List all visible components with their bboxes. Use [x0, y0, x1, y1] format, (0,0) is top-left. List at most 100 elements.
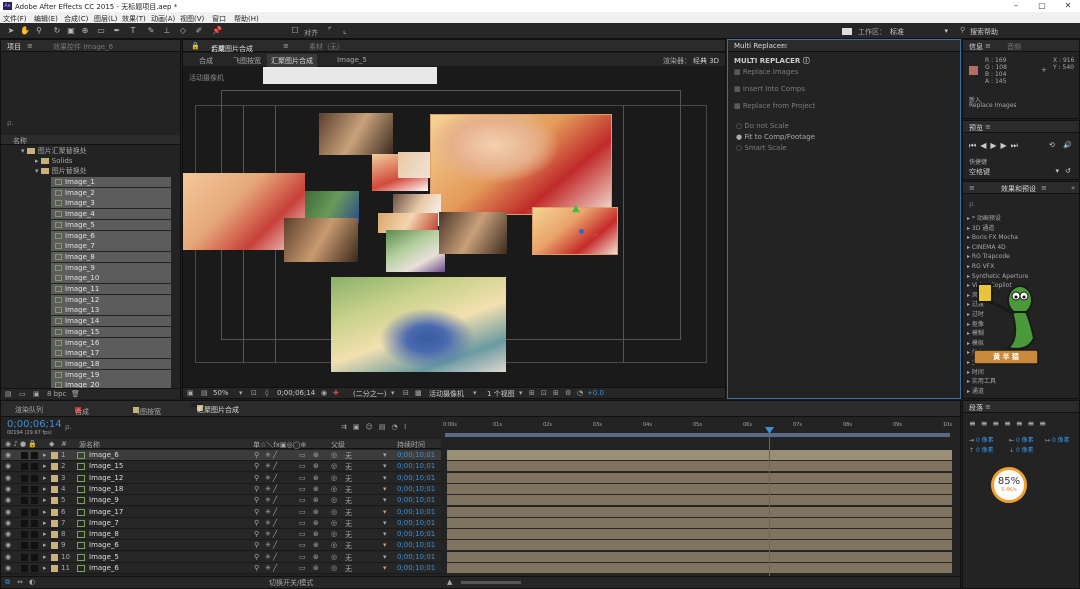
project-item-image[interactable]: Image_17 [51, 348, 171, 359]
close-icon[interactable]: ✕ [1056, 0, 1080, 12]
eye-icon[interactable]: ◉ [5, 530, 11, 538]
layer-row[interactable]: ◉ ▸ 4 Image_18 ⚲ ✳ ╱ ▭ ⊛ ◎ 无 ▾ 0;00;10;01 [1, 483, 441, 495]
layer-duration[interactable]: 0;00;10;01 [397, 474, 435, 482]
snap-edges-icon[interactable]: ⌜ [325, 26, 335, 36]
chevron-down-icon[interactable]: ▾ [383, 530, 387, 538]
layer-name[interactable]: Image_15 [89, 462, 123, 470]
camera-tool-icon[interactable]: ▣ [66, 26, 76, 36]
motion-blur-switch-icon[interactable]: ▭ [299, 451, 306, 459]
option-fit-to-comp[interactable]: ● Fit to Comp/Footage [736, 133, 815, 141]
align-left-icon[interactable]: ≡ [969, 419, 981, 428]
shy-switch-icon[interactable]: ⚲ [254, 508, 259, 516]
toggle-pixel-icon[interactable]: ⊞ [529, 389, 535, 397]
label-color-swatch[interactable] [51, 497, 58, 505]
comp-flowchart-icon[interactable]: ⧉ [5, 578, 10, 587]
parent-pick-whip-icon[interactable]: ◎ [331, 451, 337, 459]
layer-duration[interactable]: 0;00;10;01 [397, 553, 435, 561]
chevron-down-icon[interactable]: ▾ [383, 485, 387, 493]
search-icon[interactable]: ⚲ [960, 26, 965, 34]
solo-toggle[interactable] [21, 463, 28, 471]
breadcrumb-converge[interactable]: 汇聚图片合成 [267, 54, 317, 68]
project-item-image[interactable]: Image_1 [51, 177, 171, 187]
timeline-search-input[interactable]: ρ. [65, 423, 72, 431]
always-preview-icon[interactable]: ▣ [187, 389, 194, 397]
solo-toggle[interactable] [21, 553, 28, 561]
option-do-not-scale[interactable]: ○ Do not Scale [736, 122, 789, 130]
flowchart-icon[interactable]: ⚙ [565, 389, 571, 397]
rectangle-tool-icon[interactable]: ▭ [96, 26, 106, 36]
project-item-image[interactable]: Image_11 [51, 284, 171, 294]
layer-name[interactable]: Image_5 [89, 553, 119, 561]
collapse-switch-icon[interactable]: ✳ [265, 474, 271, 482]
last-frame-icon[interactable]: ⏭ [1011, 141, 1022, 150]
expand-modes-icon[interactable]: ◐ [29, 578, 35, 586]
quality-switch-icon[interactable]: ╱ [273, 462, 277, 470]
3d-layer-switch-icon[interactable]: ⊛ [313, 553, 319, 561]
switches-column-header[interactable]: 单☆＼fx▣◎◯⊕ [253, 440, 306, 450]
channel-icon[interactable]: ✚ [333, 389, 339, 397]
parent-pick-whip-icon[interactable]: ◎ [331, 496, 337, 504]
effect-category[interactable]: ▸ CINEMA 4D [967, 243, 1006, 252]
clone-stamp-tool-icon[interactable]: ⊥ [162, 26, 172, 36]
eye-icon[interactable]: ◉ [5, 553, 11, 561]
snapshot-icon[interactable]: ◉ [321, 389, 327, 397]
tab-render-queue[interactable]: 渲染队列 [15, 405, 43, 415]
play-icon[interactable]: ▶ [990, 141, 1000, 150]
frame-blend-icon[interactable]: ▤ [379, 423, 392, 431]
hand-tool-icon[interactable]: ✋ [20, 26, 30, 36]
effect-category[interactable]: ▸ 时间 [967, 368, 984, 377]
effect-category[interactable]: ▸ 实用工具 [967, 377, 996, 386]
motion-blur-switch-icon[interactable]: ▭ [299, 485, 306, 493]
justify-left-icon[interactable]: ≡ [1004, 419, 1016, 428]
folder-solids[interactable]: ▸ Solids [35, 156, 72, 166]
views-select[interactable]: 1 个视图 [487, 389, 515, 399]
layer-duration-bar[interactable] [447, 551, 952, 563]
project-item-image[interactable]: Image_3 [51, 198, 171, 209]
layer-duration[interactable]: 0;00;10;01 [397, 541, 435, 549]
parent-pick-whip-icon[interactable]: ◎ [331, 564, 337, 572]
breadcrumb-comp[interactable]: 合成 [199, 56, 213, 66]
eraser-tool-icon[interactable]: ◇ [178, 26, 188, 36]
layer-duration[interactable]: 0;00;10;01 [397, 530, 435, 538]
layer-name[interactable]: Image_9 [89, 496, 119, 504]
layer-duration-bar[interactable] [447, 461, 952, 473]
shy-switch-icon[interactable]: ⚲ [254, 553, 259, 561]
label-color-swatch[interactable] [51, 474, 58, 482]
collapse-switch-icon[interactable]: ✳ [265, 519, 271, 527]
tab-multi-replacer[interactable]: Multi Replacer [734, 42, 784, 50]
layer-duration-bar[interactable] [447, 483, 952, 495]
layer-name[interactable]: Image_17 [89, 508, 123, 516]
solo-toggle[interactable] [21, 519, 28, 527]
photo-image-2[interactable] [319, 113, 393, 155]
solo-toggle[interactable] [21, 452, 28, 459]
project-item-image[interactable]: Image_15 [51, 326, 171, 337]
solo-toggle[interactable] [21, 565, 28, 572]
quality-switch-icon[interactable]: ╱ [273, 485, 277, 493]
folder-images[interactable]: ▾ 图片替换处 [35, 166, 87, 176]
quality-switch-icon[interactable]: ╱ [273, 541, 277, 549]
photo-image-5[interactable] [430, 114, 612, 215]
replace-from-project-button[interactable]: ▦ Replace from Project [734, 102, 815, 110]
zoom-out-icon[interactable]: ▲ [447, 578, 452, 586]
parent-pick-whip-icon[interactable]: ◎ [331, 553, 337, 561]
eye-icon[interactable]: ◉ [5, 519, 11, 527]
new-folder-icon[interactable]: ▭ [19, 390, 26, 398]
project-item-image[interactable]: Image_8 [51, 251, 171, 262]
layer-row[interactable]: ◉ ▸ 3 Image_12 ⚲ ✳ ╱ ▭ ⊛ ◎ 无 ▾ 0;00;10;01 [1, 472, 441, 484]
layer-duration[interactable]: 0;00;10;01 [397, 462, 435, 470]
lock-toggle[interactable] [31, 497, 38, 505]
layer-row[interactable]: ◉ ▸ 7 Image_7 ⚲ ✳ ╱ ▭ ⊛ ◎ 无 ▾ 0;00;10;01 [1, 517, 441, 529]
lock-toggle[interactable] [31, 519, 38, 527]
menu-icon[interactable]: ≡ [782, 42, 788, 50]
parent-pick-whip-icon[interactable]: ◎ [331, 474, 337, 482]
collapse-switch-icon[interactable]: ✳ [265, 530, 271, 538]
duration-column-header[interactable]: 持续时间 [397, 440, 425, 450]
quality-switch-icon[interactable]: ╱ [273, 474, 277, 482]
gizmo-z-axis-icon[interactable] [579, 229, 584, 234]
name-column-header[interactable]: 源名称 [79, 440, 100, 450]
lock-icon[interactable]: 🔒 [191, 42, 200, 50]
3d-layer-switch-icon[interactable]: ⊛ [313, 451, 319, 459]
effect-category[interactable]: ▸ Boris FX Mocha [967, 233, 1018, 242]
work-area-bar[interactable] [445, 433, 950, 437]
motion-blur-switch-icon[interactable]: ▭ [299, 474, 306, 482]
